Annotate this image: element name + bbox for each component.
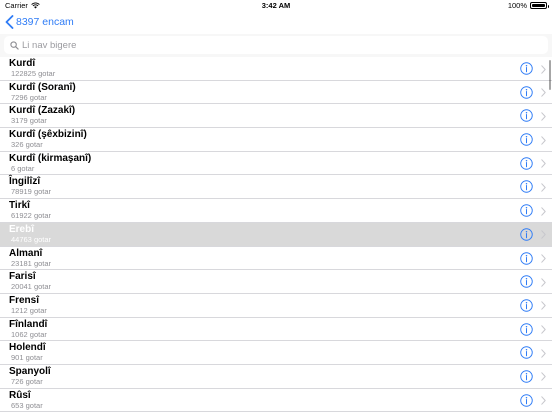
info-icon[interactable] — [520, 299, 533, 312]
chevron-right-icon — [541, 372, 546, 382]
list-item[interactable]: Kurdî (kirmaşanî) 6 gotar — [0, 151, 552, 176]
list-item[interactable]: Kurdî (şêxbizinî) 326 gotar — [0, 128, 552, 152]
navigation-bar: 8397 encam — [0, 12, 552, 34]
list-item-title: Kurdî (kirmaşanî) — [9, 152, 92, 164]
list-item[interactable]: Almanî 23181 gotar — [0, 246, 552, 271]
info-icon[interactable] — [520, 133, 533, 146]
list-item[interactable]: Fînlandî 1062 gotar — [0, 317, 552, 342]
list-item-title: Almanî — [9, 247, 43, 259]
search-input[interactable]: Li nav bigere — [4, 36, 548, 54]
info-icon[interactable] — [520, 322, 533, 336]
list-item-title: Kurdî (şêxbizinî) — [9, 129, 87, 141]
info-icon[interactable] — [520, 346, 533, 359]
list-item-title: Tirkî — [9, 200, 30, 212]
language-list: Kurdî 122825 gotar Kurdî (Soranî) 7296 gota… — [0, 57, 552, 413]
list-item-subtitle: 78919 gotar — [11, 187, 52, 197]
list-item[interactable]: Holendî 901 gotar — [0, 341, 552, 365]
chevron-right-icon — [541, 206, 546, 216]
list-item-subtitle: 726 gotar — [11, 376, 43, 386]
list-item[interactable]: Farisî 20041 gotar — [0, 270, 552, 294]
list-item-title: Rûsî — [9, 389, 31, 401]
list-item[interactable]: Erebî 44763 gotar — [0, 222, 552, 247]
chevron-right-icon — [541, 254, 546, 263]
back-button-label: 8397 encam — [16, 16, 74, 28]
info-icon[interactable] — [520, 109, 533, 123]
info-icon[interactable] — [520, 370, 533, 383]
list-item[interactable]: Rûsî 653 gotar — [0, 388, 552, 413]
list-item-subtitle: 326 gotar — [11, 140, 43, 150]
status-bar: Carrier 3:42 AM 100% — [0, 0, 552, 12]
list-item-subtitle: 901 gotar — [11, 353, 43, 363]
info-icon[interactable] — [520, 393, 533, 407]
info-icon[interactable] — [520, 62, 533, 75]
list-item-title: Fînlandî — [9, 318, 48, 330]
list-item-subtitle: 23181 gotar — [11, 258, 52, 268]
back-button[interactable]: 8397 encam — [5, 15, 74, 29]
list-item-title: Kurdî (Zazakî) — [9, 105, 76, 117]
search-icon — [10, 40, 19, 50]
list-item-subtitle: 1062 gotar — [11, 329, 47, 339]
list-item-subtitle: 1212 gotar — [11, 305, 47, 315]
list-item[interactable]: Tirkî 61922 gotar — [0, 199, 552, 223]
list-item-subtitle: 653 gotar — [11, 400, 43, 410]
info-icon[interactable] — [520, 85, 533, 99]
list-item-subtitle: 3179 gotar — [11, 116, 47, 126]
info-icon[interactable] — [520, 228, 533, 241]
chevron-right-icon — [541, 135, 546, 145]
info-icon[interactable] — [520, 251, 533, 265]
list-item-subtitle: 122825 gotar — [11, 69, 56, 78]
info-icon[interactable] — [520, 157, 533, 170]
scrollbar[interactable] — [548, 60, 551, 90]
chevron-right-icon — [541, 325, 546, 334]
status-right: 100% — [507, 1, 549, 10]
list-item-title: Kurdî (Soranî) — [9, 81, 76, 93]
list-item-title: Farisî — [9, 271, 36, 283]
list-item[interactable]: Frensî 1212 gotar — [0, 293, 552, 318]
list-item-title: Îngilîzî — [9, 176, 41, 188]
chevron-right-icon — [541, 159, 546, 168]
chevron-right-icon — [541, 183, 546, 192]
list-item-title: Holendî — [9, 342, 46, 354]
list-item-subtitle: 6 gotar — [11, 163, 35, 173]
status-time: 3:42 AM — [261, 1, 291, 10]
chevron-left-icon — [5, 15, 14, 29]
list-item-title: Erebî — [9, 223, 35, 235]
search-placeholder: Li nav bigere — [22, 39, 77, 51]
list-item[interactable]: Îngilîzî 78919 gotar — [0, 175, 552, 200]
battery-fill — [532, 4, 545, 7]
chevron-right-icon — [541, 88, 546, 97]
chevron-right-icon — [541, 230, 546, 240]
battery-icon — [530, 2, 549, 9]
chevron-right-icon — [541, 301, 546, 311]
chevron-right-icon — [541, 396, 546, 405]
list-item-subtitle: 7296 gotar — [11, 92, 47, 102]
list-item-subtitle: 20041 gotar — [11, 282, 52, 292]
list-item-subtitle: 44763 gotar — [11, 234, 52, 244]
chevron-right-icon — [541, 64, 546, 74]
list-item[interactable]: Spanyolî 726 gotar — [0, 364, 552, 389]
chevron-right-icon — [541, 112, 546, 121]
list-item-title: Spanyolî — [9, 365, 51, 377]
chevron-right-icon — [541, 349, 546, 358]
list-item[interactable]: Kurdî 122825 gotar — [0, 57, 552, 81]
info-icon[interactable] — [520, 180, 533, 194]
list-item[interactable]: Kurdî (Zazakî) 3179 gotar — [0, 104, 552, 129]
list-item[interactable]: Kurdî (Soranî) 7296 gotar — [0, 80, 552, 105]
battery-percentage: 100% — [507, 1, 527, 10]
chevron-right-icon — [541, 277, 546, 287]
list-item-subtitle: 61922 gotar — [11, 211, 52, 221]
info-icon[interactable] — [520, 204, 533, 217]
search-bar: Li nav bigere — [0, 34, 552, 57]
list-item-title: Kurdî — [9, 58, 36, 69]
list-item-title: Frensî — [9, 294, 40, 306]
info-icon[interactable] — [520, 275, 533, 288]
